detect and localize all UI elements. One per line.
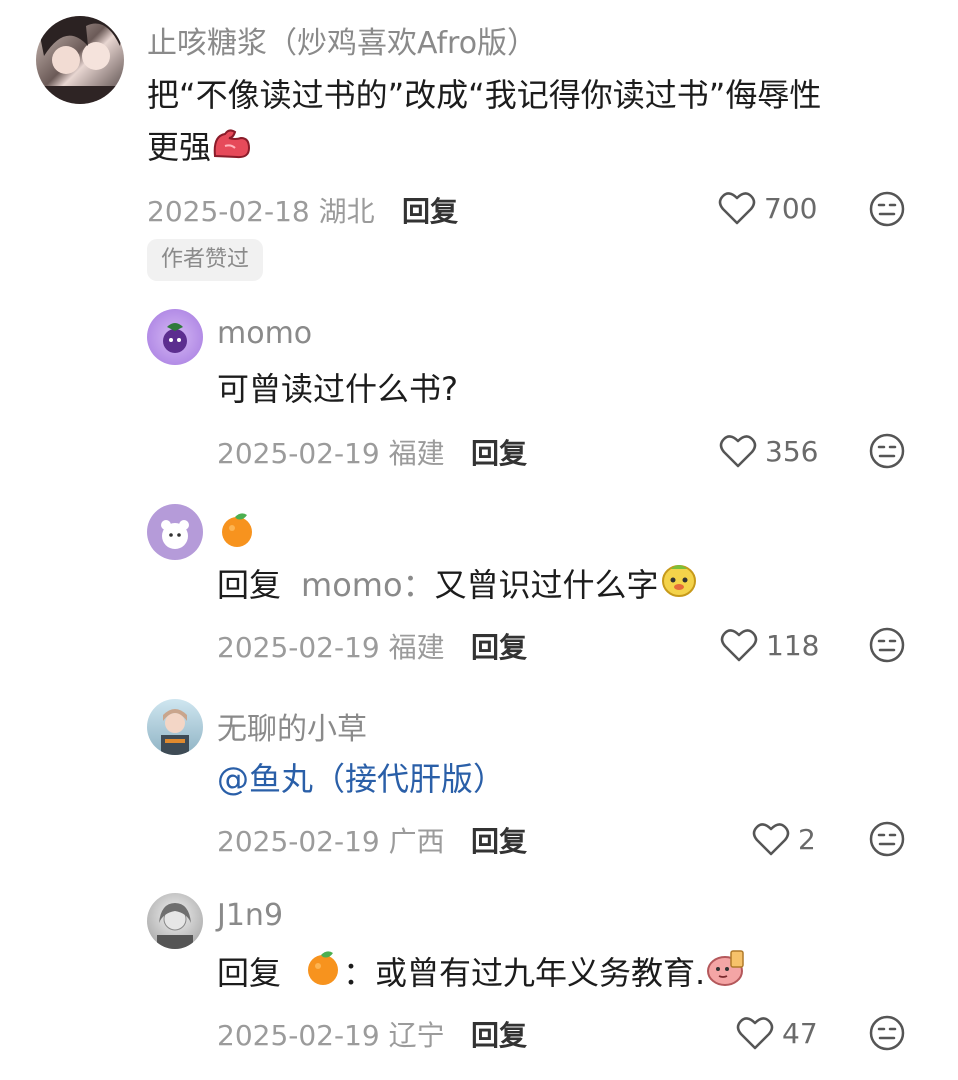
like-count: 118 [766,628,820,662]
meh-face-icon[interactable] [869,1015,905,1051]
comment-date: 2025-02-19 福建 [217,631,445,664]
reply-button[interactable]: 回复 [471,626,527,666]
comment-username[interactable]: 无聊的小草 [217,704,367,748]
avatar[interactable] [36,16,124,104]
reply-button[interactable]: 回复 [471,432,527,472]
avatar[interactable] [147,309,203,365]
reply-button[interactable]: 回复 [471,1014,527,1054]
comment-date: 2025-02-19 广西 [217,825,445,858]
comment-date: 2025-02-19 福建 [217,437,445,470]
author-liked-badge: 作者赞过 [147,239,264,281]
comment-text-body: 又曾识过什么字 [434,566,659,604]
mention-link[interactable]: @鱼丸（接代肝版） [217,752,505,806]
reply-prefix: 回复 [217,954,282,992]
avatar[interactable] [147,699,203,755]
meh-face-icon[interactable] [869,433,905,469]
like-button[interactable]: 356 [719,431,818,471]
comment-username[interactable]: momo [217,316,312,351]
tangerine-icon[interactable] [217,509,257,553]
reply-target-username[interactable]: momo： [301,566,435,604]
comment-location: 辽宁 [388,1019,445,1052]
like-button[interactable]: 700 [718,188,817,228]
flexed-biceps-icon [211,122,251,176]
like-button[interactable]: 118 [720,625,819,665]
comment-text: 把“不像读过书的”改成“我记得你读过书”侮辱性 [147,68,821,122]
avatar-photo-icon [36,16,124,104]
reply-colon: ： [343,954,376,992]
comment-location: 广西 [388,825,445,858]
like-count: 47 [782,1016,818,1050]
comment-text: 回复 momo：又曾识过什么字 [217,558,699,615]
comment-text-line: 把“不像读过书的”改成“我记得你读过书”侮辱性 [147,76,822,114]
avatar[interactable] [147,893,203,949]
like-button[interactable]: 47 [736,1013,818,1053]
meh-face-icon[interactable] [869,627,905,663]
comment-text: 可曾读过什么书? [217,370,458,408]
reply-button[interactable]: 回复 [471,820,527,860]
tangerine-icon[interactable] [303,947,343,1003]
comment-location: 福建 [388,437,445,470]
heart-outline-icon [736,1017,774,1050]
reply-prefix: 回复 [217,566,282,604]
meh-face-icon[interactable] [869,191,905,227]
pink-character-icon [705,947,747,1003]
comment-text-line: 更强 [147,128,212,166]
anime-character-icon [161,709,189,755]
reply-button[interactable]: 回复 [402,190,458,230]
like-button[interactable]: 2 [752,819,816,859]
comment-text: 更强 [147,120,251,176]
comment-date: 2025-02-18 湖北 [147,195,375,228]
comment-text: 回复 ：或曾有过九年义务教育. [217,946,747,1003]
heart-outline-icon [719,435,757,468]
comment-location: 福建 [388,631,445,664]
like-count: 2 [798,822,816,856]
meh-face-icon[interactable] [869,821,905,857]
comment-text-body: 或曾有过九年义务教育. [375,954,706,992]
sketch-portrait-icon [157,903,193,949]
bear-character-icon [161,520,189,549]
comment-location: 湖北 [318,195,375,228]
comment-username[interactable]: J1n9 [217,898,283,933]
heart-outline-icon [752,823,790,856]
comment-date: 2025-02-19 辽宁 [217,1019,445,1052]
comment-username[interactable]: 止咳糖浆（炒鸡喜欢Afro版） [147,18,537,62]
like-count: 700 [764,191,818,225]
like-count: 356 [765,434,819,468]
heart-outline-icon [718,192,756,225]
heart-outline-icon [720,629,758,662]
avatar[interactable] [147,504,203,560]
grape-character-icon [163,323,187,353]
cartoon-face-icon [659,559,699,615]
